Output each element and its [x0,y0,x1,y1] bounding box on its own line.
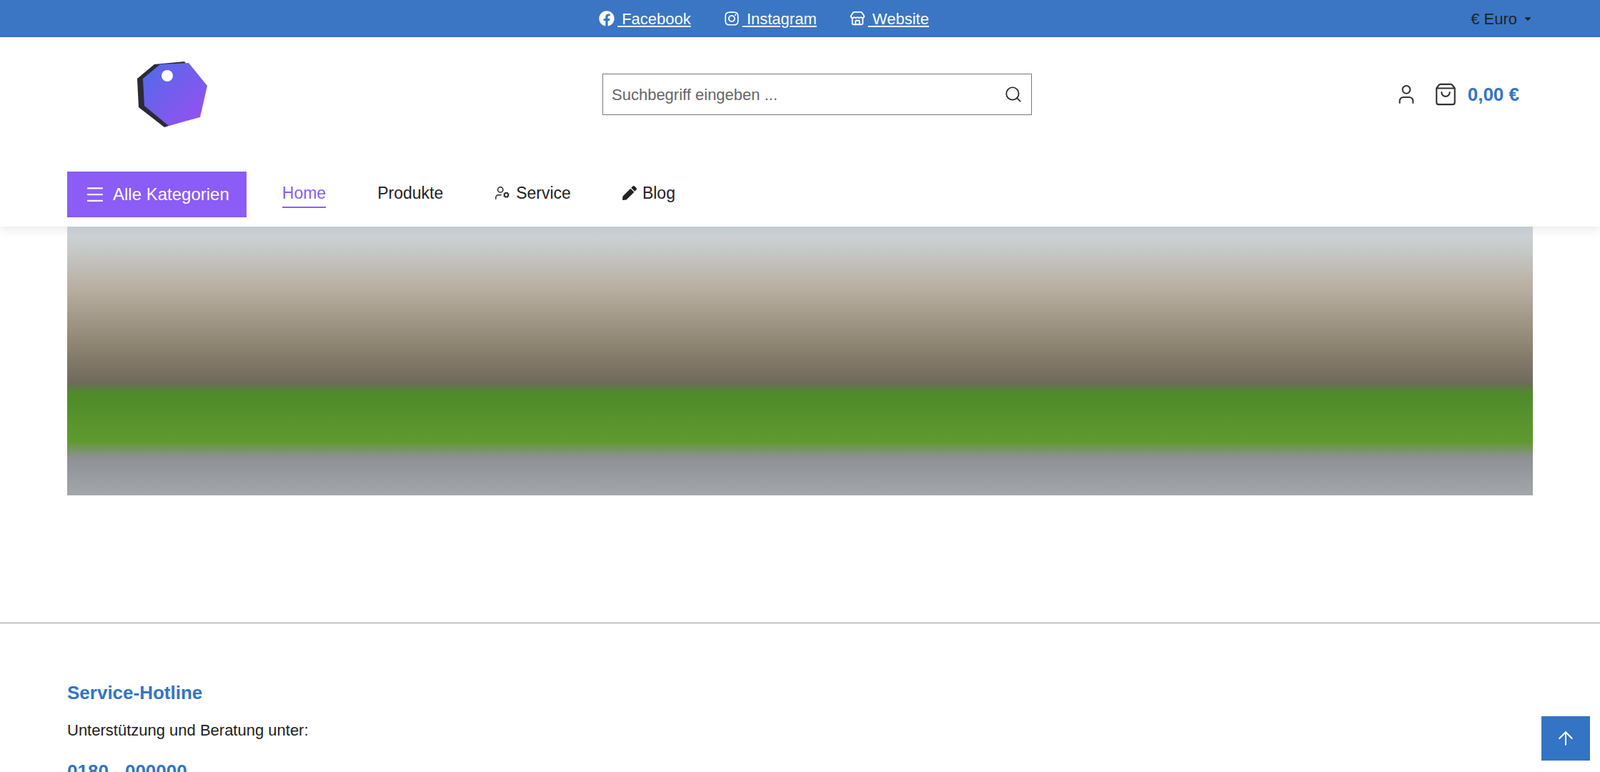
pen-icon [622,185,637,201]
header-main: Suchbegriff eingeben ... 0,00 € [67,37,1533,152]
cart-icon [1433,82,1458,107]
main-nav: Alle Kategorien Home Produkte Service Blog [67,151,1533,227]
instagram-icon [723,10,740,27]
hotline-phone[interactable]: 0180 - 000000 [67,757,1533,772]
scroll-top-button[interactable] [1541,716,1590,761]
hero-image [67,226,1533,496]
top-bar: Facebook Instagram Website€ Euro [0,0,1600,38]
search-field[interactable]: Suchbegriff eingeben ... [602,73,1032,116]
arrow-up-icon [1554,727,1577,749]
user-icon[interactable] [1394,82,1418,106]
search-icon[interactable] [1004,85,1023,104]
user-cog-icon [494,185,511,201]
footer-divider [0,622,1600,624]
facebook-icon [598,10,615,27]
cart[interactable]: 0,00 € [1433,80,1520,109]
nav-item[interactable]: Blog [622,180,676,209]
hotline-title: Service-Hotline [67,678,1533,707]
menu-icon [84,183,106,206]
social-link[interactable]: Instagram [723,7,817,31]
social-links: Facebook Instagram Website [67,7,1461,31]
logo-icon[interactable] [132,60,212,129]
currency-select[interactable]: € Euro [1460,7,1533,31]
hotline-text: Unterstützung und Beratung unter: [67,718,1533,742]
header-actions: 0,00 € [1031,80,1533,109]
nav-item[interactable]: Produkte [377,180,444,209]
caret-down-icon [1522,13,1533,24]
page: Facebook Instagram Website€ EuroSuchbegr… [0,0,1600,772]
content [0,226,1600,623]
social-link[interactable]: Website [849,7,929,31]
store-icon [849,10,866,27]
nav-item[interactable]: Home [282,180,326,209]
nav-item[interactable]: Service [494,180,571,209]
cart-total: 0,00 € [1467,80,1520,109]
header: Suchbegriff eingeben ... 0,00 € Alle Kateg… [0,37,1600,227]
social-link[interactable]: Facebook [598,7,692,31]
categories-button[interactable]: Alle Kategorien [67,171,247,218]
footer: Service-Hotline Unterstützung und Beratun… [0,623,1600,772]
